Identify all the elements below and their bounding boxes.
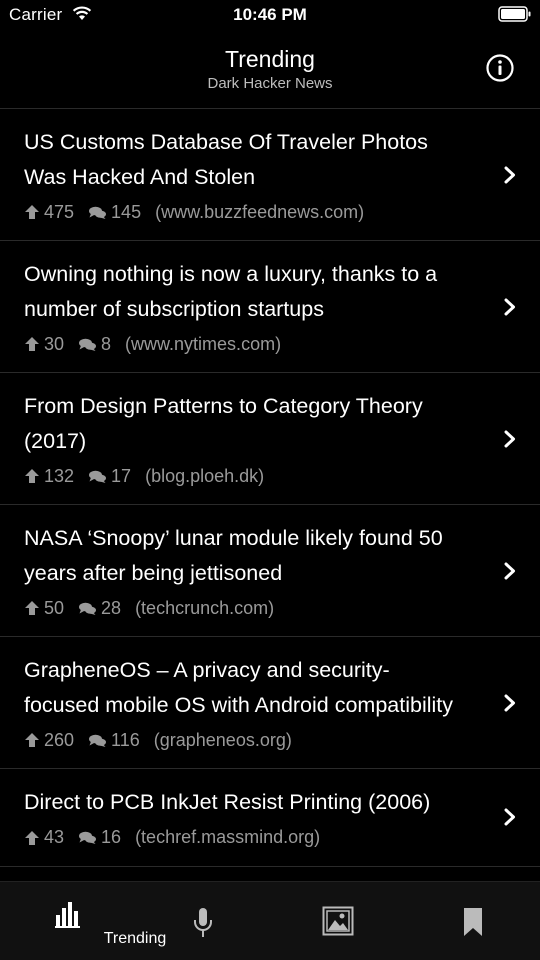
comments-count: 8: [101, 333, 112, 354]
chevron-right-icon: [504, 166, 516, 184]
comments-icon: [88, 205, 111, 220]
story-domain: (techcrunch.com): [135, 597, 275, 618]
bar-chart-icon: [54, 900, 82, 933]
upvote-icon: [24, 336, 44, 352]
comments-icon: [88, 733, 111, 748]
upvote-icon: [24, 204, 44, 220]
points-count: 43: [44, 827, 65, 847]
page-title: Trending: [225, 46, 315, 72]
points: 50: [24, 598, 64, 619]
story-title: GrapheneOS – A privacy and security-focu…: [24, 658, 454, 717]
story-title: Owning nothing is now a luxury, thanks t…: [24, 262, 438, 321]
tab-bookmarks[interactable]: [405, 882, 540, 960]
points-count: 132: [44, 465, 75, 486]
comments: 116: [88, 730, 140, 751]
points-count: 475: [44, 201, 75, 222]
upvote-icon: [24, 732, 44, 748]
story-domain: (blog.ploeh.dk): [145, 465, 265, 486]
comments-icon: [78, 601, 101, 616]
story-meta: 30 8 (www.nytimes.com): [24, 332, 460, 356]
comments: 28: [78, 598, 121, 619]
story-title: From Design Patterns to Category Theory …: [24, 394, 423, 453]
story-meta: 43 16 (techref.massmind.org): [24, 826, 460, 850]
story-meta: 50 28 (techcrunch.com): [24, 596, 460, 620]
story-row[interactable]: Direct to PCB InkJet Resist Printing (20…: [0, 769, 540, 867]
comments-count: 116: [111, 729, 140, 750]
chevron-right-icon: [504, 694, 516, 712]
story-row[interactable]: GrapheneOS – A privacy and security-focu…: [0, 637, 540, 769]
story-domain: (www.buzzfeednews.com): [155, 201, 365, 222]
comments-icon: [78, 337, 101, 352]
story-domain: (www.nytimes.com): [125, 333, 282, 354]
story-meta: 132 17 (blog.ploeh.dk): [24, 464, 460, 488]
chevron-right-icon: [504, 562, 516, 580]
comments: 16: [78, 827, 121, 848]
image-icon: [322, 906, 354, 941]
points: 43: [24, 827, 64, 848]
comments-icon: [88, 469, 111, 484]
story-meta: 475 145 (www.buzzfeednews.com): [24, 200, 460, 224]
points: 475: [24, 202, 74, 223]
story-row[interactable]: From Design Patterns to Category Theory …: [0, 373, 540, 505]
comments-count: 17: [111, 465, 132, 486]
tab-bar: Trending: [0, 881, 540, 960]
comments-count: 28: [101, 597, 122, 618]
story-row[interactable]: US Customs Database Of Traveler Photos W…: [0, 109, 540, 241]
chevron-right-icon: [504, 430, 516, 448]
upvote-icon: [24, 600, 44, 616]
info-icon[interactable]: [486, 54, 514, 82]
story-list[interactable]: US Customs Database Of Traveler Photos W…: [0, 109, 540, 881]
comments-count: 16: [101, 827, 122, 847]
points: 132: [24, 466, 74, 487]
comments: 17: [88, 466, 131, 487]
tab-microphone[interactable]: [135, 882, 270, 960]
bookmark-icon: [462, 907, 484, 942]
story-row[interactable]: Owning nothing is now a luxury, thanks t…: [0, 241, 540, 373]
nav-header: Trending Dark Hacker News: [0, 30, 540, 109]
points: 30: [24, 334, 64, 355]
battery-icon: [498, 6, 532, 27]
points: 260: [24, 730, 74, 751]
points-count: 30: [44, 333, 65, 354]
comments-count: 145: [111, 201, 142, 222]
story-domain: (techref.massmind.org): [135, 827, 321, 847]
story-domain: (grapheneos.org): [153, 729, 292, 750]
comments-icon: [78, 830, 101, 845]
upvote-icon: [24, 468, 44, 484]
story-title: US Customs Database Of Traveler Photos W…: [24, 130, 428, 189]
points-count: 260: [44, 729, 75, 750]
story-title: NASA ‘Snoopy’ lunar module likely found …: [24, 526, 443, 585]
tab-trending[interactable]: Trending: [0, 882, 166, 960]
upvote-icon: [24, 830, 44, 846]
status-bar: Carrier 10:46 PM: [0, 0, 540, 30]
chevron-right-icon: [504, 808, 516, 826]
story-meta: 260 116 (grapheneos.org): [24, 728, 460, 752]
chevron-right-icon: [504, 298, 516, 316]
clock: 10:46 PM: [233, 5, 307, 24]
story-row[interactable]: NASA ‘Snoopy’ lunar module likely found …: [0, 505, 540, 637]
microphone-icon: [192, 906, 214, 945]
page-subtitle: Dark Hacker News: [207, 75, 333, 92]
points-count: 50: [44, 597, 65, 618]
tab-images[interactable]: [270, 882, 405, 960]
comments: 145: [88, 202, 141, 223]
story-title: Direct to PCB InkJet Resist Printing (20…: [24, 790, 431, 814]
comments: 8: [78, 334, 111, 355]
